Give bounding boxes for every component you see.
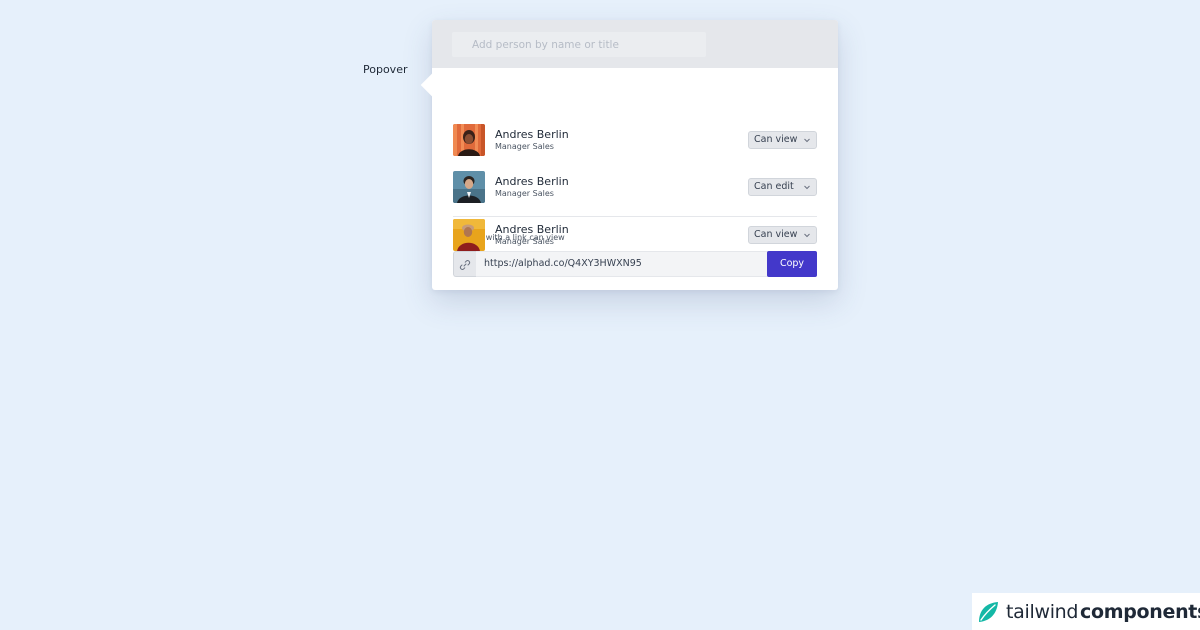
popover-trigger[interactable]: Popover	[363, 63, 407, 76]
permission-select[interactable]: Can view	[748, 226, 817, 244]
list-item: Andres Berlin Manager Sales Can view	[453, 124, 817, 156]
person-title: Manager Sales	[495, 142, 554, 151]
permission-select[interactable]: Can edit	[748, 178, 817, 196]
avatar	[453, 124, 485, 156]
chevron-down-icon	[803, 183, 811, 194]
copy-button[interactable]: Copy	[767, 251, 817, 277]
share-popover: Andres Berlin Manager Sales Can view	[420, 20, 838, 290]
person-name: Andres Berlin	[495, 175, 569, 188]
chevron-down-icon	[803, 231, 811, 242]
chevron-down-icon	[803, 136, 811, 147]
avatar	[453, 171, 485, 203]
permission-label: Can view	[754, 134, 798, 145]
brand-logo[interactable]: tailwind components	[972, 593, 1200, 630]
person-name: Andres Berlin	[495, 223, 569, 236]
leaf-icon	[976, 600, 1000, 628]
permission-label: Can view	[754, 229, 798, 240]
share-link-group: https://alphad.co/Q4XY3HWXN95 Copy	[453, 251, 817, 277]
link-icon	[453, 251, 476, 277]
popover-arrow	[420, 73, 444, 97]
person-title: Manager Sales	[495, 189, 554, 198]
avatar	[453, 219, 485, 251]
search-input[interactable]	[452, 32, 706, 57]
divider	[453, 216, 817, 217]
list-item: Andres Berlin Manager Sales Can view	[453, 219, 817, 251]
list-item: Andres Berlin Manager Sales Can edit	[453, 171, 817, 203]
permission-label: Can edit	[754, 181, 794, 192]
popover-header	[432, 20, 838, 68]
brand-name-part1: tailwind	[1006, 601, 1079, 623]
person-name: Andres Berlin	[495, 128, 569, 141]
brand-name-part2: components	[1080, 601, 1200, 623]
share-link-field[interactable]: https://alphad.co/Q4XY3HWXN95	[476, 251, 768, 277]
permission-select[interactable]: Can view	[748, 131, 817, 149]
person-title: Manager Sales	[495, 237, 554, 246]
